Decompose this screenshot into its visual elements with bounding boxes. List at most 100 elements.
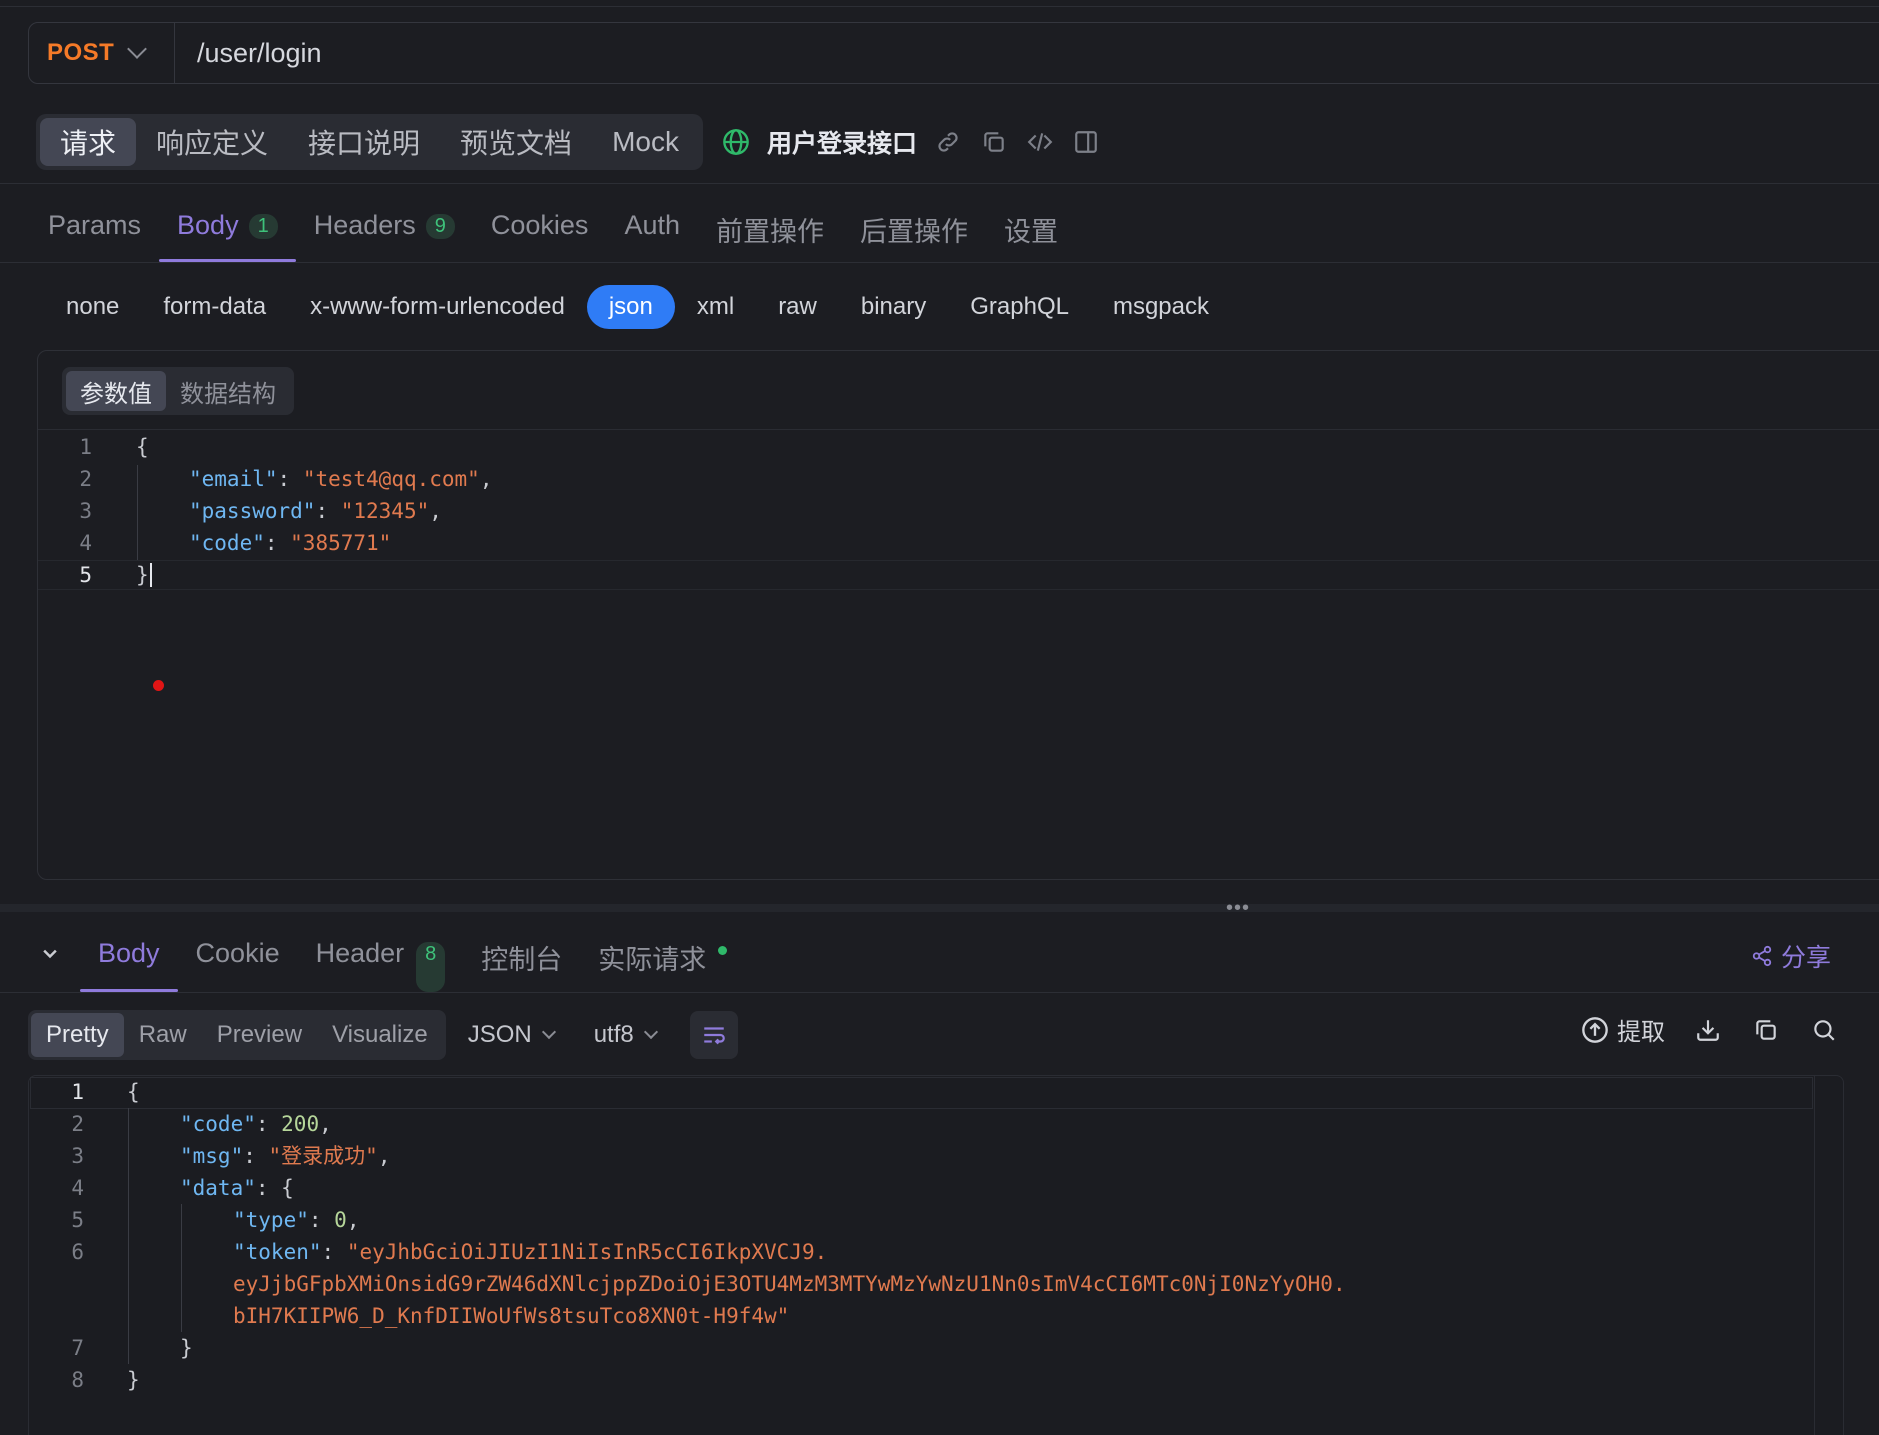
code-token: "msg"	[180, 1144, 244, 1168]
line-number: 8	[71, 1368, 84, 1392]
link-icon[interactable]	[933, 127, 963, 157]
current-line-highlight	[38, 589, 1879, 590]
word-wrap-button[interactable]	[689, 1011, 738, 1059]
code-line: }	[127, 1368, 140, 1392]
tab-cookies[interactable]: Cookies	[473, 196, 607, 262]
tab-settings[interactable]: 设置	[986, 196, 1076, 262]
request-tabs: Params Body 1 Headers 9 Cookies Auth 前置操作 …	[30, 196, 1076, 262]
tab-body[interactable]: Body 1	[159, 196, 296, 262]
tab-label: 实际请求	[598, 945, 707, 975]
tab-label: Body	[98, 938, 160, 968]
tab-console[interactable]: 控制台	[463, 930, 580, 992]
sidebar-toggle-icon[interactable]	[1071, 127, 1101, 157]
collapse-chevron-icon[interactable]	[40, 944, 60, 969]
drag-handle-icon[interactable]: •••	[1226, 898, 1250, 918]
segment-schema[interactable]: 数据结构	[166, 371, 290, 411]
tab-label: 控制台	[481, 945, 563, 975]
body-type-raw[interactable]: raw	[756, 285, 839, 329]
tab-api-description[interactable]: 接口说明	[288, 118, 440, 166]
download-icon[interactable]	[1693, 1015, 1723, 1045]
view-raw[interactable]: Raw	[124, 1013, 202, 1057]
tab-headers[interactable]: Headers 9	[296, 196, 473, 262]
divider	[0, 992, 1879, 993]
code-line: "msg": "登录成功",	[180, 1144, 391, 1168]
globe-icon[interactable]	[721, 127, 751, 157]
code-line: "data": {	[180, 1176, 294, 1200]
tab-response-definition[interactable]: 响应定义	[136, 118, 288, 166]
body-type-form-data[interactable]: form-data	[141, 285, 288, 329]
body-type-urlencoded[interactable]: x-www-form-urlencoded	[288, 285, 587, 329]
search-icon[interactable]	[1809, 1015, 1839, 1045]
url-input[interactable]	[175, 36, 1699, 70]
code-line: "email": "test4@qq.com",	[189, 467, 493, 491]
scrollbar[interactable]	[1814, 1076, 1843, 1435]
tab-pre-processors[interactable]: 前置操作	[698, 196, 842, 262]
body-type-json[interactable]: json	[586, 285, 675, 329]
api-name[interactable]: 用户登录接口	[767, 124, 917, 160]
format-select[interactable]: JSON	[467, 1021, 556, 1049]
tab-auth[interactable]: Auth	[606, 196, 698, 262]
line-number: 1	[79, 435, 92, 459]
code-token: {	[136, 435, 149, 459]
code-line: "password": "12345",	[189, 499, 442, 523]
line-number: 7	[71, 1336, 84, 1360]
response-actions: 提取	[1581, 1012, 1839, 1047]
method-select[interactable]: POST	[29, 23, 175, 83]
encoding-label: utf8	[593, 1021, 634, 1048]
view-pretty[interactable]: Pretty	[31, 1013, 124, 1057]
extract-button[interactable]: 提取	[1581, 1012, 1665, 1047]
code-token: "test4@qq.com"	[302, 467, 480, 491]
text-cursor	[149, 563, 152, 587]
tab-preview-docs[interactable]: 预览文档	[440, 118, 592, 166]
code-token: "data"	[180, 1176, 256, 1200]
code-token: "type"	[233, 1208, 309, 1232]
code-line: bIH7KIIPW6_D_KnfDIIWoUfWs8tsuTco8XN0t-H9…	[233, 1304, 790, 1328]
current-line-highlight	[38, 560, 1879, 561]
body-type-graphql[interactable]: GraphQL	[948, 285, 1091, 329]
code-line: }	[136, 559, 152, 591]
copy-icon[interactable]	[979, 127, 1009, 157]
tab-request[interactable]: 请求	[40, 118, 137, 166]
share-button[interactable]: 分享	[1751, 938, 1831, 974]
code-token: "password"	[189, 499, 316, 523]
api-info: 用户登录接口	[721, 124, 1101, 160]
tab-actual-request[interactable]: 实际请求	[580, 930, 745, 992]
code-token: "eyJhbGciOiJIUzI1NiIsInR5cCI6IkpXVCJ9.	[346, 1240, 828, 1264]
line-number: 4	[71, 1176, 84, 1200]
line-number: 5	[79, 563, 92, 587]
line-number: 3	[71, 1144, 84, 1168]
body-type-xml[interactable]: xml	[675, 285, 756, 329]
tab-label: Cookie	[195, 938, 280, 968]
indent-guide	[128, 1108, 129, 1364]
share-label: 分享	[1780, 944, 1831, 972]
view-preview[interactable]: Preview	[202, 1013, 317, 1057]
encoding-select[interactable]: utf8	[593, 1021, 658, 1049]
count-badge: 1	[248, 214, 278, 239]
view-visualize[interactable]: Visualize	[317, 1013, 443, 1057]
tab-post-processors[interactable]: 后置操作	[842, 196, 986, 262]
copy-icon[interactable]	[1751, 1015, 1781, 1045]
count-badge: 8	[416, 942, 446, 992]
format-label: JSON	[467, 1021, 532, 1048]
response-toolbar: Pretty Raw Preview Visualize JSON utf8	[28, 1010, 738, 1060]
indent-guide	[137, 465, 138, 561]
divider	[0, 262, 1879, 263]
tab-params[interactable]: Params	[30, 196, 159, 262]
indent-guide	[181, 1204, 182, 1332]
mode-tabs: 请求 响应定义 接口说明 预览文档 Mock	[36, 114, 703, 170]
body-type-none[interactable]: none	[44, 285, 141, 329]
segment-values[interactable]: 参数值	[66, 371, 166, 411]
tab-response-cookie[interactable]: Cookie	[178, 930, 298, 992]
panel-splitter[interactable]	[0, 904, 1879, 912]
tab-response-body[interactable]: Body	[80, 930, 178, 992]
tab-label: Body	[177, 210, 239, 240]
tab-response-header[interactable]: Header 8	[298, 930, 464, 992]
divider	[0, 183, 1879, 184]
code-token: "token"	[233, 1240, 322, 1264]
code-line: "code": 200,	[180, 1112, 332, 1136]
body-type-binary[interactable]: binary	[839, 285, 948, 329]
tab-mock[interactable]: Mock	[592, 118, 699, 166]
body-type-msgpack[interactable]: msgpack	[1091, 285, 1231, 329]
code-icon[interactable]	[1025, 127, 1055, 157]
chevron-down-icon	[541, 1024, 556, 1040]
